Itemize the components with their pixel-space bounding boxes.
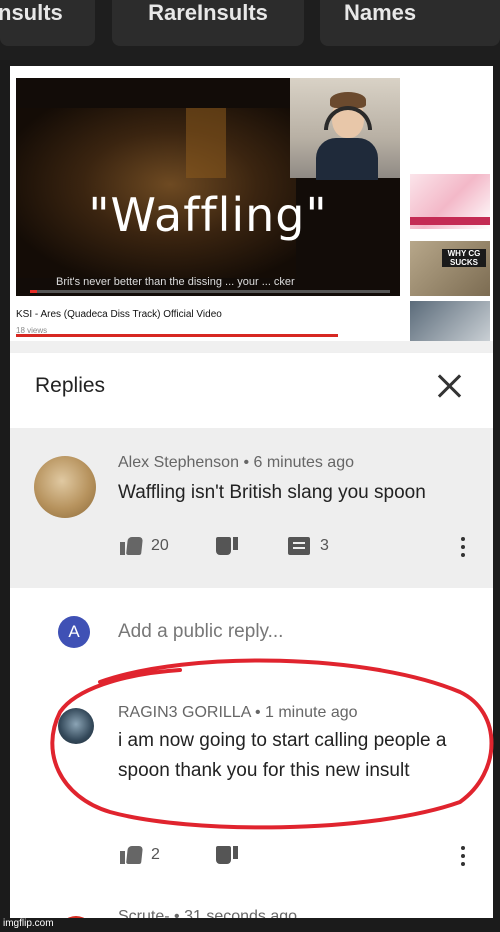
like-count: 2 — [151, 846, 160, 863]
tab-insults-label: nsults — [0, 0, 63, 25]
reply-meta: RAGIN3 GORILLA • 1 minute ago — [118, 704, 358, 722]
comment-time: 6 minutes ago — [253, 454, 354, 471]
avatar[interactable] — [58, 916, 94, 918]
video-progress-fill — [30, 290, 38, 293]
reply-author[interactable]: RAGIN3 GORILLA — [118, 704, 251, 721]
related-video-thumb-1[interactable] — [410, 174, 490, 229]
watermark: imgflip.com — [3, 918, 54, 929]
tab-rareinsults-label: RareInsults — [148, 0, 268, 25]
reply-author[interactable]: Scrute- — [118, 908, 170, 918]
red-underline-annotation — [16, 334, 338, 337]
related-video-thumb-3[interactable] — [410, 301, 490, 341]
close-icon[interactable] — [436, 373, 464, 401]
video-card: "Waffling" Brit's never better than the … — [10, 66, 493, 341]
reply-time: 31 seconds ago — [184, 908, 298, 918]
video-caption-word: "Waffling" — [88, 188, 328, 242]
avatar: A — [58, 616, 90, 648]
reply-list: A Add a public reply... RAGIN3 GORILLA •… — [10, 588, 493, 918]
avatar[interactable] — [58, 708, 94, 744]
video-player[interactable]: "Waffling" Brit's never better than the … — [16, 78, 400, 296]
headphones-icon — [324, 106, 372, 130]
webcam-overlay — [290, 78, 400, 180]
replies-title: Replies — [35, 374, 106, 397]
video-progress-bar[interactable] — [30, 290, 390, 293]
top-tab-bar: nsults RareInsults Names — [0, 0, 500, 60]
comment-meta: Alex Stephenson • 6 minutes ago — [118, 454, 354, 472]
thumb-1-banner — [410, 217, 490, 225]
tab-rareinsults[interactable]: RareInsults — [112, 0, 304, 46]
replies-header: Replies — [10, 353, 493, 428]
like-count: 20 — [151, 537, 169, 554]
avatar[interactable] — [34, 456, 96, 518]
thumbs-down-icon[interactable] — [216, 846, 238, 866]
video-title[interactable]: KSI - Ares (Quadeca Diss Track) Official… — [16, 309, 222, 320]
video-scene-window — [186, 108, 226, 178]
reply-icon[interactable] — [288, 537, 310, 555]
more-options-icon[interactable] — [461, 846, 465, 866]
reply-count: 3 — [320, 537, 329, 554]
tab-insults[interactable]: nsults — [0, 0, 95, 46]
tab-names-label: Names — [344, 0, 417, 25]
thumb-2-label: WHY CG SUCKS — [442, 249, 486, 267]
main-comment: Alex Stephenson • 6 minutes ago Waffling… — [10, 428, 493, 588]
webcam-person-shirt — [316, 138, 378, 180]
add-reply-input[interactable]: Add a public reply... — [118, 621, 283, 643]
thumbs-up-icon[interactable] — [120, 844, 142, 864]
comment-text: Waffling isn't British slang you spoon — [118, 482, 426, 503]
reply-meta: Scrute- • 31 seconds ago — [118, 908, 297, 918]
meta-separator: • — [174, 908, 185, 918]
screenshot-frame: "Waffling" Brit's never better than the … — [10, 66, 493, 918]
reply-text: i am now going to start calling people a… — [118, 730, 447, 781]
related-video-thumb-2[interactable]: WHY CG SUCKS — [410, 241, 490, 296]
meta-separator: • — [243, 454, 254, 471]
tab-names[interactable]: Names — [320, 0, 500, 46]
meta-separator: • — [254, 704, 265, 721]
thumbs-up-icon[interactable] — [120, 535, 142, 555]
video-subtitle: Brit's never better than the dissing ...… — [56, 276, 295, 288]
more-options-icon[interactable] — [461, 537, 465, 557]
thumbs-down-icon[interactable] — [216, 537, 238, 557]
comment-author[interactable]: Alex Stephenson — [118, 454, 239, 471]
reply-time: 1 minute ago — [265, 704, 358, 721]
